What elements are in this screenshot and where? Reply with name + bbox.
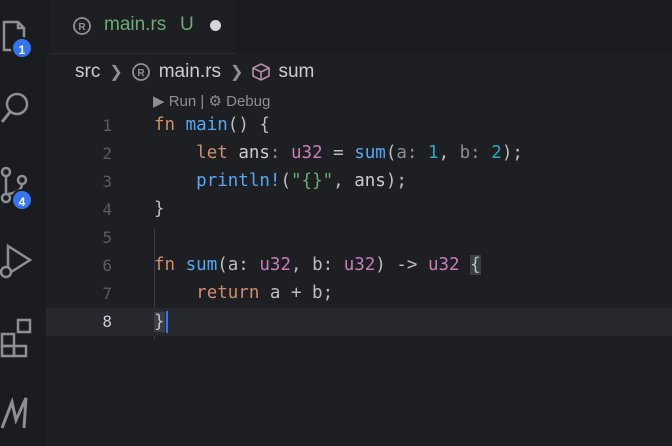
breadcrumb: src ❯ R main.rs ❯ sum bbox=[46, 54, 672, 90]
run-codelens[interactable]: ▶ Run bbox=[153, 93, 196, 110]
code-text: } bbox=[154, 199, 165, 219]
code-line-current[interactable]: 8 } bbox=[46, 308, 672, 336]
code-line[interactable]: 4 } bbox=[46, 196, 672, 224]
line-number: 7 bbox=[102, 284, 112, 303]
line-number: 1 bbox=[102, 116, 112, 135]
code-text: let ans: u32 = sum(a: 1, b: 2); bbox=[196, 143, 523, 163]
breadcrumb-main-rs[interactable]: R main.rs bbox=[131, 61, 221, 83]
line-number: 2 bbox=[102, 144, 112, 163]
code-text: } bbox=[154, 311, 168, 333]
explorer-badge: 1 bbox=[11, 37, 33, 59]
line-number: 3 bbox=[102, 172, 112, 191]
code-line[interactable]: 1 fn main() { bbox=[46, 112, 672, 140]
unsaved-dot-icon[interactable] bbox=[210, 20, 221, 31]
tab-main-rs[interactable]: R main.rs U bbox=[50, 0, 236, 54]
chevron-right-icon: ❯ bbox=[230, 64, 244, 81]
line-number: 4 bbox=[102, 200, 112, 219]
text-cursor bbox=[165, 311, 168, 333]
tab-bar: R main.rs U bbox=[46, 0, 672, 54]
codelens: ▶ Run | ⚙ Debug bbox=[153, 92, 270, 110]
line-number: 5 bbox=[102, 228, 112, 247]
breadcrumb-src[interactable]: src bbox=[75, 61, 100, 83]
git-status-indicator: U bbox=[180, 14, 194, 35]
line-number: 8 bbox=[102, 312, 112, 331]
run-debug-icon[interactable] bbox=[0, 242, 40, 282]
code-text: fn main() { bbox=[154, 115, 270, 135]
code-line[interactable]: 3 println!("{}", ans); bbox=[46, 168, 672, 196]
tab-label: main.rs bbox=[104, 14, 167, 35]
gear-icon: ⚙ bbox=[208, 93, 222, 110]
code-editor[interactable]: ▶ Run | ⚙ Debug 1 fn main() { 2 let ans:… bbox=[46, 90, 672, 446]
search-icon[interactable] bbox=[0, 88, 40, 128]
code-text: println!("{}", ans); bbox=[196, 171, 407, 191]
svg-text:R: R bbox=[137, 68, 145, 79]
chevron-right-icon: ❯ bbox=[109, 64, 123, 81]
codelens-separator: | bbox=[200, 93, 205, 110]
source-control-badge: 4 bbox=[11, 189, 33, 211]
rust-icon: R bbox=[131, 62, 151, 82]
code-line[interactable]: 6 fn sum(a: u32, b: u32) -> u32 { bbox=[46, 252, 672, 280]
cube-icon bbox=[251, 62, 271, 82]
breadcrumb-sum[interactable]: sum bbox=[251, 61, 314, 83]
code-text: fn sum(a: u32, b: u32) -> u32 { bbox=[154, 255, 481, 275]
code-line[interactable]: 2 let ans: u32 = sum(a: 1, b: 2); bbox=[46, 140, 672, 168]
debug-codelens[interactable]: ⚙ Debug bbox=[208, 93, 270, 110]
rust-icon: R bbox=[72, 16, 92, 41]
code-text: return a + b; bbox=[196, 283, 334, 303]
testing-icon[interactable] bbox=[0, 394, 40, 434]
extensions-icon[interactable] bbox=[0, 318, 40, 358]
code-line[interactable]: 5 bbox=[46, 224, 672, 252]
activity-bar: 1 4 bbox=[0, 0, 46, 446]
code-line[interactable]: 7 return a + b; bbox=[46, 280, 672, 308]
svg-text:R: R bbox=[78, 22, 86, 33]
line-number: 6 bbox=[102, 256, 112, 275]
